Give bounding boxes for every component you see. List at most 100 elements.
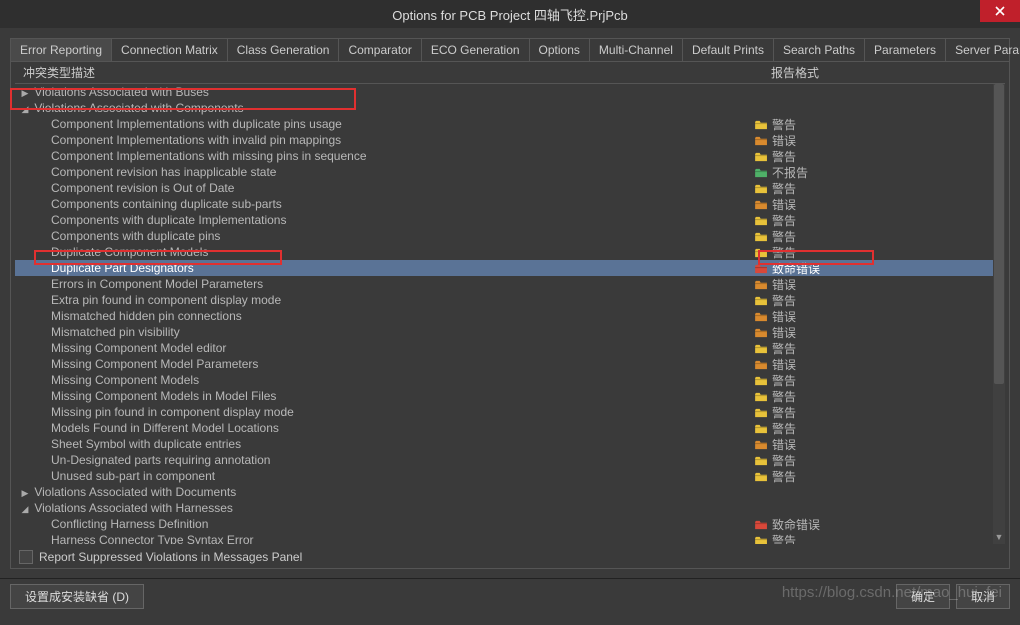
severity-cell[interactable]: 警告: [755, 292, 1005, 309]
tab-eco-generation[interactable]: ECO Generation: [422, 39, 530, 61]
severity-cell[interactable]: 警告: [755, 228, 1005, 245]
list-item[interactable]: Components containing duplicate sub-part…: [15, 196, 1005, 212]
window-title: Options for PCB Project 四轴飞控.PrjPcb: [392, 5, 628, 24]
severity-cell[interactable]: 错误: [755, 196, 1005, 213]
folder-icon: [755, 407, 768, 417]
tab-comparator[interactable]: Comparator: [339, 39, 421, 61]
list-item[interactable]: Duplicate Part Designators致命错误: [15, 260, 1005, 276]
severity-cell[interactable]: 警告: [755, 212, 1005, 229]
tab-server-parameters[interactable]: Server Parameters: [946, 39, 1020, 61]
group-header[interactable]: ▶ Violations Associated with Documents: [15, 484, 1005, 500]
severity-cell[interactable]: 警告: [755, 468, 1005, 485]
suppressed-checkbox[interactable]: [19, 550, 33, 564]
folder-icon: [755, 471, 768, 481]
list-item[interactable]: Component revision has inapplicable stat…: [15, 164, 1005, 180]
severity-label: 警告: [772, 340, 796, 357]
severity-cell[interactable]: 警告: [755, 148, 1005, 165]
list-item[interactable]: Harness Connector Type Syntax Error 警告: [15, 532, 1005, 544]
severity-cell[interactable]: 错误: [755, 324, 1005, 341]
list-item[interactable]: Components with duplicate Implementation…: [15, 212, 1005, 228]
severity-cell[interactable]: 警告: [755, 420, 1005, 437]
violation-label: Component Implementations with invalid p…: [15, 133, 755, 147]
scrollbar-vertical[interactable]: ▲ ▼: [993, 84, 1005, 544]
severity-cell[interactable]: 错误: [755, 356, 1005, 373]
severity-cell[interactable]: 警告: [755, 340, 1005, 357]
list-item[interactable]: Un-Designated parts requiring annotation…: [15, 452, 1005, 468]
severity-cell[interactable]: 错误: [755, 436, 1005, 453]
list-item[interactable]: Unused sub-part in component警告: [15, 468, 1005, 484]
twisty-icon[interactable]: ◢: [19, 504, 31, 515]
severity-cell[interactable]: 错误: [755, 308, 1005, 325]
tab-search-paths[interactable]: Search Paths: [774, 39, 865, 61]
violation-label: Components with duplicate Implementation…: [15, 213, 755, 227]
folder-icon: [755, 151, 768, 161]
severity-cell[interactable]: 致命错误: [755, 260, 1005, 277]
violation-label: Components with duplicate pins: [15, 229, 755, 243]
header-violation-type[interactable]: 冲突类型描述: [23, 64, 771, 81]
list-item[interactable]: Duplicate Component Models警告: [15, 244, 1005, 260]
severity-cell[interactable]: 警告: [755, 180, 1005, 197]
list-item[interactable]: Missing Component Models in Model Files警…: [15, 388, 1005, 404]
folder-icon: [755, 391, 768, 401]
severity-cell[interactable]: 警告: [755, 404, 1005, 421]
severity-cell[interactable]: 错误: [755, 276, 1005, 293]
violation-label: Sheet Symbol with duplicate entries: [15, 437, 755, 451]
severity-cell[interactable]: 警告: [755, 244, 1005, 261]
header-report-format[interactable]: 报告格式: [771, 64, 1005, 81]
tab-parameters[interactable]: Parameters: [865, 39, 946, 61]
list-item[interactable]: Models Found in Different Model Location…: [15, 420, 1005, 436]
tab-class-generation[interactable]: Class Generation: [228, 39, 340, 61]
group-header[interactable]: ▶ Violations Associated with Buses: [15, 84, 1005, 100]
severity-label: 警告: [772, 532, 796, 545]
violation-label: Duplicate Part Designators: [15, 261, 755, 275]
list-item[interactable]: Component Implementations with missing p…: [15, 148, 1005, 164]
list-item[interactable]: Extra pin found in component display mod…: [15, 292, 1005, 308]
violation-label: Harness Connector Type Syntax Error: [15, 533, 755, 544]
list-item[interactable]: Missing Component Models警告: [15, 372, 1005, 388]
list-item[interactable]: Mismatched hidden pin connections错误: [15, 308, 1005, 324]
violation-label: Component Implementations with duplicate…: [15, 117, 755, 131]
severity-cell[interactable]: 警告: [755, 532, 1005, 545]
tab-error-reporting[interactable]: Error Reporting: [11, 39, 112, 61]
severity-label: 错误: [772, 132, 796, 149]
severity-cell[interactable]: 警告: [755, 116, 1005, 133]
twisty-icon[interactable]: ◢: [19, 104, 31, 115]
list-item[interactable]: Mismatched pin visibility错误: [15, 324, 1005, 340]
defaults-button[interactable]: 设置成安装缺省 (D): [10, 584, 144, 609]
tab-multi-channel[interactable]: Multi-Channel: [590, 39, 683, 61]
violations-list[interactable]: ▶ Violations Associated with Buses◢ Viol…: [15, 84, 1005, 544]
list-item[interactable]: Missing Component Model Parameters错误: [15, 356, 1005, 372]
severity-label: 致命错误: [772, 516, 820, 533]
severity-cell[interactable]: 错误: [755, 132, 1005, 149]
severity-cell[interactable]: 致命错误: [755, 516, 1005, 533]
severity-cell[interactable]: 警告: [755, 388, 1005, 405]
folder-icon: [755, 455, 768, 465]
tab-default-prints[interactable]: Default Prints: [683, 39, 774, 61]
twisty-icon[interactable]: ▶: [19, 88, 31, 99]
list-item[interactable]: Missing Component Model editor警告: [15, 340, 1005, 356]
list-item[interactable]: Component Implementations with invalid p…: [15, 132, 1005, 148]
group-header[interactable]: ◢ Violations Associated with Harnesses: [15, 500, 1005, 516]
list-item[interactable]: Missing pin found in component display m…: [15, 404, 1005, 420]
tab-options[interactable]: Options: [530, 39, 590, 61]
ok-button[interactable]: 确定: [896, 584, 950, 609]
list-item[interactable]: Sheet Symbol with duplicate entries错误: [15, 436, 1005, 452]
cancel-button[interactable]: 取消: [956, 584, 1010, 609]
suppressed-checkbox-row[interactable]: Report Suppressed Violations in Messages…: [19, 550, 302, 564]
group-header[interactable]: ◢ Violations Associated with Components: [15, 100, 1005, 116]
tab-connection-matrix[interactable]: Connection Matrix: [112, 39, 228, 61]
severity-cell[interactable]: 警告: [755, 452, 1005, 469]
list-item[interactable]: Components with duplicate pins警告: [15, 228, 1005, 244]
close-button[interactable]: [980, 0, 1020, 22]
severity-label: 不报告: [772, 164, 808, 181]
severity-cell[interactable]: 不报告: [755, 164, 1005, 181]
scrollbar-thumb[interactable]: [994, 84, 1004, 384]
list-item[interactable]: Errors in Component Model Parameters错误: [15, 276, 1005, 292]
twisty-icon[interactable]: ▶: [19, 488, 31, 499]
list-item[interactable]: Conflicting Harness Definition致命错误: [15, 516, 1005, 532]
list-item[interactable]: Component revision is Out of Date警告: [15, 180, 1005, 196]
violation-label: Missing pin found in component display m…: [15, 405, 755, 419]
scroll-down-icon[interactable]: ▼: [993, 532, 1005, 544]
severity-cell[interactable]: 警告: [755, 372, 1005, 389]
list-item[interactable]: Component Implementations with duplicate…: [15, 116, 1005, 132]
